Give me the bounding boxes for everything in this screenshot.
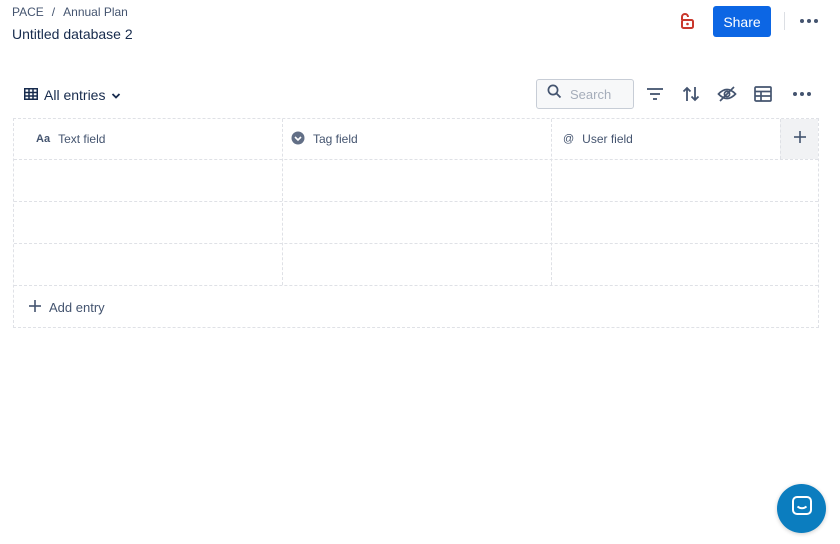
plus-icon [793, 130, 807, 149]
more-actions-icon[interactable] [796, 10, 822, 32]
breadcrumb: PACE / Annual Plan [12, 5, 128, 19]
header-divider [784, 12, 785, 30]
add-entry-button[interactable]: Add entry [28, 299, 105, 316]
hide-fields-icon[interactable] [715, 83, 739, 105]
search-input[interactable] [570, 86, 630, 102]
add-column-button[interactable] [780, 119, 818, 159]
column-header-text-field[interactable]: Aa Text field [14, 119, 282, 159]
chevron-down-icon [111, 87, 121, 103]
search-box[interactable] [536, 79, 634, 109]
view-selector[interactable]: All entries [24, 86, 121, 104]
more-options-icon[interactable] [790, 83, 814, 105]
add-entry-label: Add entry [49, 300, 105, 315]
at-sign-icon: @ [563, 133, 575, 145]
table-view-icon [24, 87, 38, 103]
filter-icon[interactable] [643, 83, 667, 105]
text-type-icon: Aa [36, 133, 51, 145]
view-selector-label: All entries [44, 87, 106, 103]
share-button[interactable]: Share [713, 6, 771, 37]
database-table: Aa Text field Tag field @ User field Add… [13, 118, 819, 328]
tag-icon [291, 131, 305, 148]
table-row[interactable] [14, 202, 818, 244]
column-header-user-field[interactable]: @ User field [551, 119, 780, 159]
unlock-icon[interactable] [678, 12, 696, 30]
table-header-row: Aa Text field Tag field @ User field [14, 119, 818, 160]
breadcrumb-separator: / [51, 5, 56, 19]
column-header-label: Tag field [313, 132, 358, 146]
chat-icon [790, 494, 814, 523]
column-header-tag-field[interactable]: Tag field [282, 119, 551, 159]
table-row[interactable] [14, 244, 818, 286]
breadcrumb-item-space[interactable]: PACE [12, 5, 44, 19]
table-settings-icon[interactable] [751, 83, 775, 105]
plus-icon [28, 299, 42, 316]
breadcrumb-item-page[interactable]: Annual Plan [63, 5, 128, 19]
table-row[interactable] [14, 160, 818, 202]
search-icon [547, 84, 562, 104]
sort-icon[interactable] [679, 83, 703, 105]
column-header-label: User field [582, 132, 633, 146]
chat-support-button[interactable] [777, 484, 826, 533]
column-header-label: Text field [58, 132, 106, 146]
page-title: Untitled database 2 [12, 26, 133, 42]
